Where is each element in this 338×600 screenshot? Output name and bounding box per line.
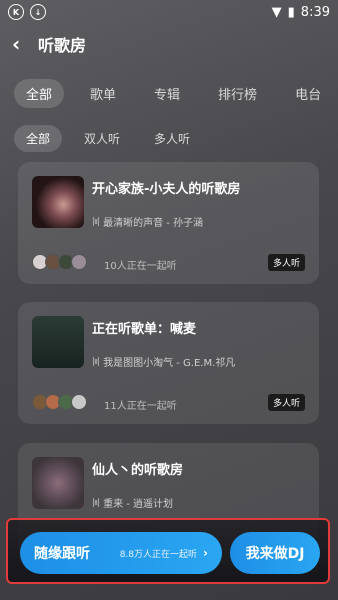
subtab-duo[interactable]: 双人听 <box>72 125 132 152</box>
back-arrow-icon[interactable]: ‹ <box>12 32 28 56</box>
random-follow-label: 随缘跟听 <box>34 546 90 562</box>
mode-badge: 多人听 <box>267 394 305 411</box>
avatar <box>71 394 87 410</box>
status-time: 8:39 <box>300 4 330 20</box>
tab-chart[interactable]: 排行榜 <box>206 79 269 108</box>
mode-tabs: 全部 双人听 多人听 <box>0 110 338 154</box>
listener-count: 11人正在一起听 <box>104 401 177 412</box>
room-card[interactable]: 开心家族-小夫人的听歌房 |ıı| 最清晰的声音 - 孙子涵 10人正在一起听 … <box>18 162 319 284</box>
subtab-all[interactable]: 全部 <box>14 124 63 152</box>
mode-badge: 多人听 <box>267 254 305 271</box>
bottom-action-bar: 随缘跟听 8.8万人正在一起听 › 我来做DJ <box>6 518 330 584</box>
tab-all[interactable]: 全部 <box>14 78 65 108</box>
download-icon: ↓ <box>30 4 46 20</box>
wifi-icon: ▼ <box>271 4 282 20</box>
room-song-text: 我是图图小淘气 - G.E.M.祁凡 <box>103 358 236 369</box>
room-cover <box>32 316 84 368</box>
listener-count: 10人正在一起听 <box>104 261 177 272</box>
page-title: 听歌房 <box>38 36 87 55</box>
status-bar: K ↓ ▼ ▮ 8:39 <box>0 0 338 24</box>
room-song: |ıı| 我是图图小淘气 - G.E.M.祁凡 <box>92 354 236 370</box>
follow-count: 8.8万人正在一起听 <box>119 549 198 560</box>
avatar <box>71 254 87 270</box>
tab-radio[interactable]: 电台 <box>283 79 333 108</box>
soundwave-icon: |ıı| <box>92 356 100 367</box>
subtab-multi[interactable]: 多人听 <box>142 125 202 152</box>
room-song-text: 重来 - 逍遥计划 <box>103 499 174 510</box>
room-cover <box>32 457 84 509</box>
be-dj-button[interactable]: 我来做DJ <box>230 532 320 574</box>
tab-album[interactable]: 专辑 <box>142 79 192 108</box>
soundwave-icon: |ıı| <box>92 216 100 227</box>
category-tabs: 全部 歌单 专辑 排行榜 电台 听书 <box>0 64 338 110</box>
chevron-right-icon: › <box>203 546 208 560</box>
battery-icon: ▮ <box>287 4 295 20</box>
soundwave-icon: |ıı| <box>92 497 100 508</box>
room-card[interactable]: 正在听歌单：喊麦 |ıı| 我是图图小淘气 - G.E.M.祁凡 11人正在一起… <box>18 302 319 424</box>
listener-avatars <box>32 254 87 270</box>
room-song-text: 最清晰的声音 - 孙子涵 <box>103 218 204 229</box>
room-title: 仙人丶的听歌房 <box>92 463 184 478</box>
room-cover <box>32 176 84 228</box>
header: ‹ 听歌房 <box>0 24 338 64</box>
listener-avatars <box>32 394 87 410</box>
room-song: |ıı| 重来 - 逍遥计划 <box>92 495 174 511</box>
tab-playlist[interactable]: 歌单 <box>78 79 128 108</box>
room-song: |ıı| 最清晰的声音 - 孙子涵 <box>92 214 204 230</box>
room-title: 开心家族-小夫人的听歌房 <box>92 182 241 197</box>
room-title: 正在听歌单：喊麦 <box>92 322 197 337</box>
k-app-icon: K <box>8 4 24 20</box>
random-follow-button[interactable]: 随缘跟听 8.8万人正在一起听 › <box>20 532 222 574</box>
